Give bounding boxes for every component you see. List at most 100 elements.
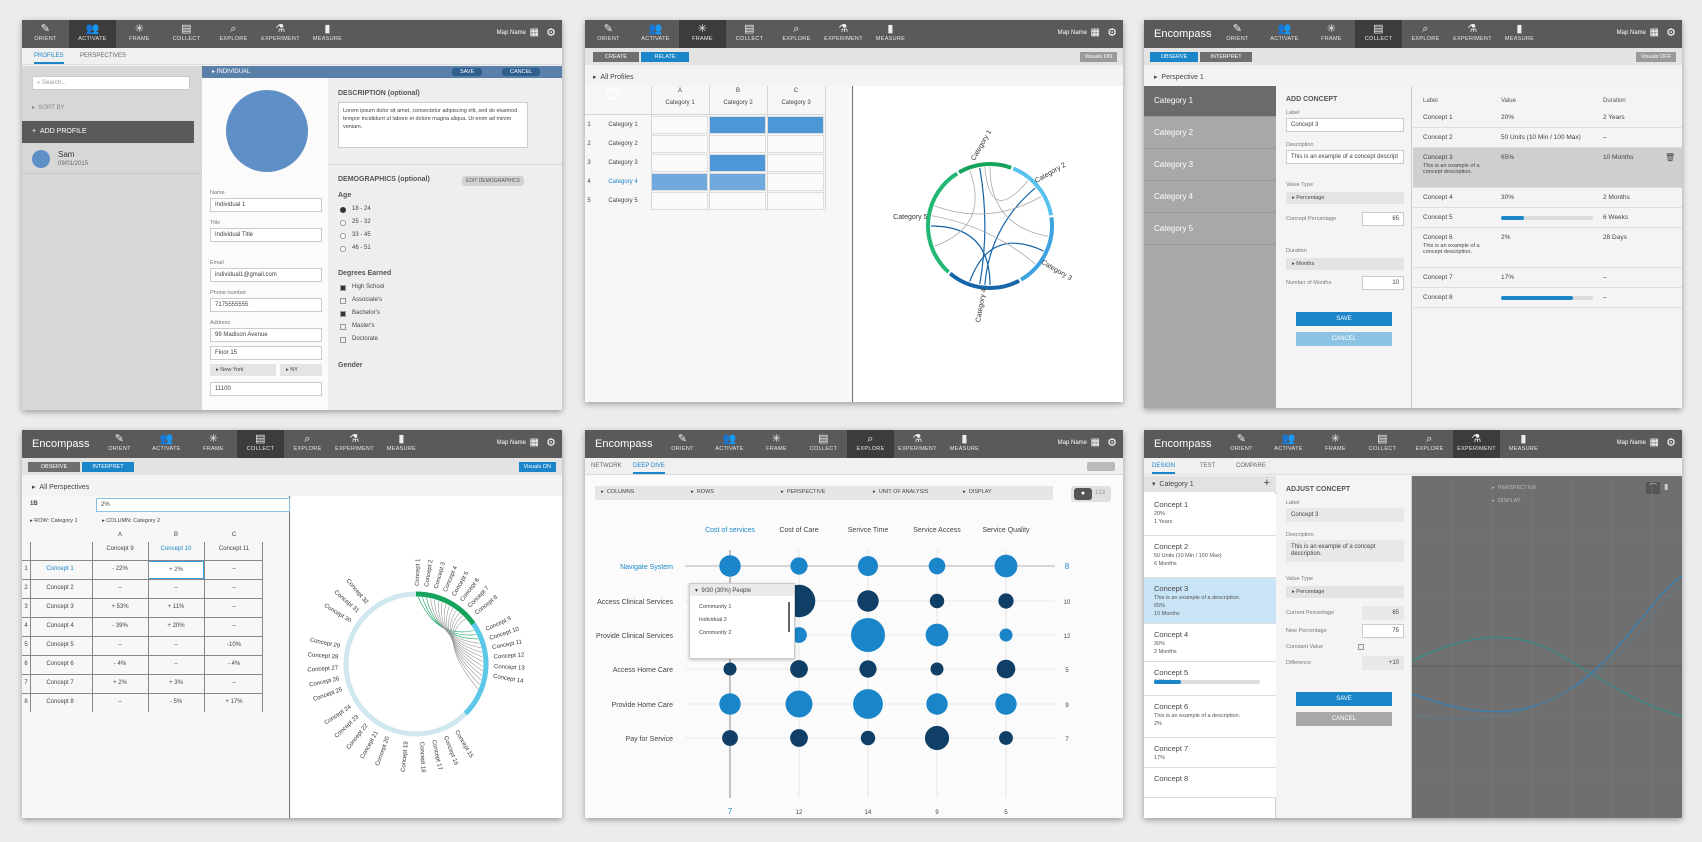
tab-compare[interactable]: COMPARE <box>1236 463 1266 469</box>
tab-profiles[interactable]: PROFILES <box>34 53 64 64</box>
trash-icon[interactable]: 🗑 <box>1665 153 1675 162</box>
degree-checkbox[interactable] <box>340 298 346 304</box>
matrix-cell[interactable]: – <box>206 599 262 617</box>
tool-frame[interactable]: ✳ FRAME <box>679 20 726 48</box>
tab-design[interactable]: DESIGN <box>1152 463 1176 474</box>
table-row[interactable]: Concept 8 – <box>1413 288 1682 308</box>
bubble[interactable] <box>790 557 808 575</box>
tool-measure[interactable]: ▮ MEASURE <box>1496 20 1543 48</box>
brand-logo[interactable]: Encompass <box>1154 438 1211 450</box>
concept-list-item[interactable]: Concept 6 This is an example of a descrip… <box>1144 696 1276 738</box>
column-selector[interactable]: ▸ COLUMN: Category 2 <box>102 518 160 524</box>
constant-value-checkbox[interactable] <box>1358 644 1364 650</box>
row-header[interactable]: Category 1 <box>595 122 651 128</box>
concept-list-item[interactable]: Concept 56 Weeks <box>1144 662 1276 696</box>
grid-icon[interactable]: ▦ <box>1650 437 1659 448</box>
row-header[interactable]: Concept 5 <box>32 642 88 648</box>
tool-collect[interactable]: ▤ COLLECT <box>1355 20 1402 48</box>
email-field[interactable]: individual1@gmail.com <box>210 268 322 282</box>
gear-icon[interactable]: ⚙ <box>1107 26 1117 39</box>
tool-activate[interactable]: 👥 ACTIVATE <box>706 430 753 458</box>
tab-deep-dive[interactable]: DEEP DIVE <box>633 463 665 474</box>
matrix-cell[interactable]: + 17% <box>206 694 262 712</box>
bubble[interactable] <box>785 690 813 718</box>
row-header[interactable]: Pay for Service <box>626 736 674 743</box>
matrix-cell[interactable] <box>651 135 708 153</box>
column-header[interactable]: Service Quality <box>982 527 1030 534</box>
matrix-cell[interactable]: + 2% <box>92 675 148 693</box>
row-header[interactable]: Access Home Care <box>613 667 673 674</box>
address-line2[interactable]: Floor 15 <box>210 346 322 360</box>
gear-icon[interactable]: ⚙ <box>1666 26 1676 39</box>
tool-orient[interactable]: ✎ ORIENT <box>96 430 143 458</box>
matrix-cell[interactable]: – <box>148 656 204 674</box>
matrix-cell[interactable] <box>767 116 824 134</box>
concept-list-item[interactable]: Concept 7 17% <box>1144 738 1276 768</box>
save-button[interactable]: SAVE <box>1296 312 1392 326</box>
concept-list-item[interactable]: Concept 3 This is an example of a descrip… <box>1144 578 1276 624</box>
step-observe[interactable]: OBSERVE <box>28 462 80 472</box>
address-line1[interactable]: 99 Madison Avenue <box>210 328 322 342</box>
tool-measure[interactable]: ▮ MEASURE <box>1500 430 1547 458</box>
new-percentage-field[interactable]: 75 <box>1362 624 1404 638</box>
tab-test[interactable]: TEST <box>1200 463 1215 469</box>
row-header[interactable]: Concept 3 <box>32 604 88 610</box>
step-create[interactable]: CREATE <box>593 52 639 62</box>
gear-icon[interactable]: ⚙ <box>1666 436 1676 449</box>
bubble[interactable] <box>853 689 883 719</box>
matrix-cell[interactable]: + 3% <box>148 675 204 693</box>
layout-toggle[interactable] <box>1087 462 1115 471</box>
tool-collect[interactable]: ▤ COLLECT <box>163 20 210 48</box>
tool-experiment[interactable]: ⚗ EXPERIMENT <box>1453 430 1500 458</box>
bubble[interactable] <box>858 556 878 576</box>
duration-select[interactable]: ▸ Months <box>1286 258 1404 270</box>
step-observe[interactable]: OBSERVE <box>1150 52 1198 62</box>
save-button[interactable]: SAVE <box>452 68 483 76</box>
concept-description-field[interactable]: This is an example of a concept descript… <box>1286 540 1404 562</box>
matrix-cell[interactable] <box>767 192 824 210</box>
sort-by[interactable]: ▸ SORT BY <box>32 104 64 111</box>
tool-activate[interactable]: 👥 ACTIVATE <box>69 20 116 48</box>
category-item[interactable]: Category 4 <box>1144 182 1276 213</box>
row-header[interactable]: Provide Home Care <box>612 702 674 709</box>
cell-value-input[interactable]: 2% <box>96 498 290 512</box>
matrix-cell[interactable]: + 53% <box>92 599 148 617</box>
tool-activate[interactable]: 👥 ACTIVATE <box>143 430 190 458</box>
bubble[interactable] <box>790 660 808 678</box>
grid-icon[interactable]: ▦ <box>530 437 539 448</box>
matrix-cell[interactable]: – <box>92 694 148 712</box>
matrix-cell[interactable] <box>651 192 708 210</box>
matrix-cell[interactable]: + 11% <box>148 599 204 617</box>
column-header[interactable]: Concept 9 <box>92 546 148 552</box>
zip-field[interactable]: 11100 <box>210 382 322 396</box>
bubble[interactable] <box>719 693 741 715</box>
matrix-cell[interactable]: + 2% <box>148 561 204 579</box>
matrix-cell[interactable] <box>709 116 766 134</box>
bubble[interactable] <box>790 729 808 747</box>
phone-field[interactable]: 7175555555 <box>210 298 322 312</box>
age-radio[interactable] <box>340 246 346 252</box>
popup-item[interactable]: Community 1 <box>699 604 731 610</box>
bubble[interactable] <box>996 659 1016 679</box>
matrix-cell[interactable]: - 4% <box>206 656 262 674</box>
table-row[interactable]: Concept 1 20% 2 Years <box>1413 108 1682 128</box>
matrix-cell[interactable]: - 4% <box>92 656 148 674</box>
map-name[interactable]: Map Name <box>497 440 526 446</box>
tool-frame[interactable]: ✳ FRAME <box>1308 20 1355 48</box>
grid-icon[interactable]: ▦ <box>1091 437 1100 448</box>
row-header[interactable]: Concept 2 <box>32 585 88 591</box>
matrix-cell[interactable] <box>767 135 824 153</box>
row-selector[interactable]: ▸ ROW: Category 1 <box>30 518 78 524</box>
profile-photo[interactable] <box>226 90 308 172</box>
gear-icon[interactable]: ⚙ <box>546 436 556 449</box>
table-row[interactable]: Concept 4 30% 2 Months <box>1413 188 1682 208</box>
tool-collect[interactable]: ▤ COLLECT <box>1359 430 1406 458</box>
bubble[interactable] <box>926 693 948 715</box>
matrix-cell[interactable]: - 39% <box>92 618 148 636</box>
brand-logo[interactable]: Encompass <box>595 438 652 450</box>
popup-item[interactable]: Individual 2 <box>699 617 727 623</box>
table-row[interactable]: Concept 2 50 Units (10 Min / 100 Max) – <box>1413 128 1682 148</box>
degree-checkbox[interactable] <box>340 324 346 330</box>
matrix-cell[interactable]: – <box>92 637 148 655</box>
age-radio[interactable] <box>340 233 346 239</box>
